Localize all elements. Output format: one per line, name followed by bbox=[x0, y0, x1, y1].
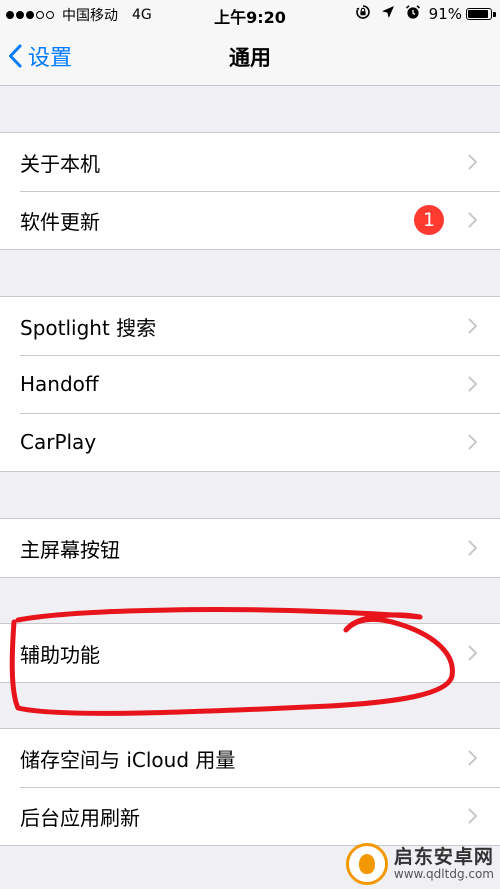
row-accessibility[interactable]: 辅助功能 bbox=[0, 624, 500, 682]
settings-general-screen: 中国移动 4G 上午9:20 91% 设置 通用 关于本机 软件更新 1 Spo… bbox=[0, 0, 500, 889]
status-right: 91% bbox=[345, 4, 496, 24]
battery-tip bbox=[493, 12, 496, 17]
chevron-right-icon bbox=[468, 154, 477, 170]
settings-group-accessibility: 辅助功能 bbox=[0, 623, 500, 683]
row-storage-icloud-usage[interactable]: 储存空间与 iCloud 用量 bbox=[0, 729, 500, 787]
settings-group-home-button: 主屏幕按钮 bbox=[0, 518, 500, 578]
site-watermark: 启东安卓网 www.qdltdg.com bbox=[345, 843, 494, 885]
row-spotlight-search[interactable]: Spotlight 搜索 bbox=[0, 297, 500, 355]
chevron-right-icon bbox=[468, 212, 477, 228]
battery-icon bbox=[466, 8, 496, 20]
battery-percent: 91% bbox=[428, 5, 462, 23]
row-carplay[interactable]: CarPlay bbox=[0, 413, 500, 471]
battery-fill bbox=[468, 10, 488, 18]
row-label: 后台应用刷新 bbox=[20, 805, 140, 830]
row-label: Handoff bbox=[20, 372, 99, 396]
orientation-lock-icon bbox=[355, 4, 371, 24]
page-title: 通用 bbox=[229, 46, 271, 70]
row-label: 软件更新 bbox=[20, 209, 100, 234]
row-handoff[interactable]: Handoff bbox=[0, 355, 500, 413]
chevron-right-icon bbox=[468, 808, 477, 824]
location-arrow-icon bbox=[381, 5, 395, 23]
alarm-icon bbox=[405, 4, 421, 24]
chevron-right-icon bbox=[468, 750, 477, 766]
settings-group-storage: 储存空间与 iCloud 用量 后台应用刷新 bbox=[0, 728, 500, 846]
row-home-button[interactable]: 主屏幕按钮 bbox=[0, 519, 500, 577]
chevron-right-icon bbox=[468, 540, 477, 556]
row-about-this-phone[interactable]: 关于本机 bbox=[0, 133, 500, 191]
navigation-bar: 设置 通用 bbox=[0, 28, 500, 86]
row-label: Spotlight 搜索 bbox=[20, 315, 157, 340]
row-software-update[interactable]: 软件更新 1 bbox=[0, 191, 500, 249]
watermark-logo-icon bbox=[345, 843, 388, 885]
row-label: 辅助功能 bbox=[20, 642, 100, 667]
status-bar: 中国移动 4G 上午9:20 91% bbox=[0, 0, 500, 28]
settings-group-about: 关于本机 软件更新 1 bbox=[0, 132, 500, 250]
watermark-title: 启东安卓网 bbox=[393, 845, 494, 868]
settings-group-features: Spotlight 搜索 Handoff CarPlay bbox=[0, 296, 500, 472]
row-label: CarPlay bbox=[20, 430, 97, 454]
watermark-text: 启东安卓网 www.qdltdg.com bbox=[393, 845, 494, 881]
watermark-url: www.qdltdg.com bbox=[393, 866, 494, 881]
row-background-app-refresh[interactable]: 后台应用刷新 bbox=[0, 787, 500, 845]
chevron-right-icon bbox=[468, 318, 477, 334]
row-label: 储存空间与 iCloud 用量 bbox=[20, 747, 236, 772]
chevron-right-icon bbox=[468, 376, 477, 392]
update-badge: 1 bbox=[414, 205, 444, 235]
chevron-right-icon bbox=[468, 434, 477, 450]
chevron-right-icon bbox=[468, 645, 477, 661]
row-label: 主屏幕按钮 bbox=[20, 537, 120, 562]
row-label: 关于本机 bbox=[20, 151, 100, 176]
